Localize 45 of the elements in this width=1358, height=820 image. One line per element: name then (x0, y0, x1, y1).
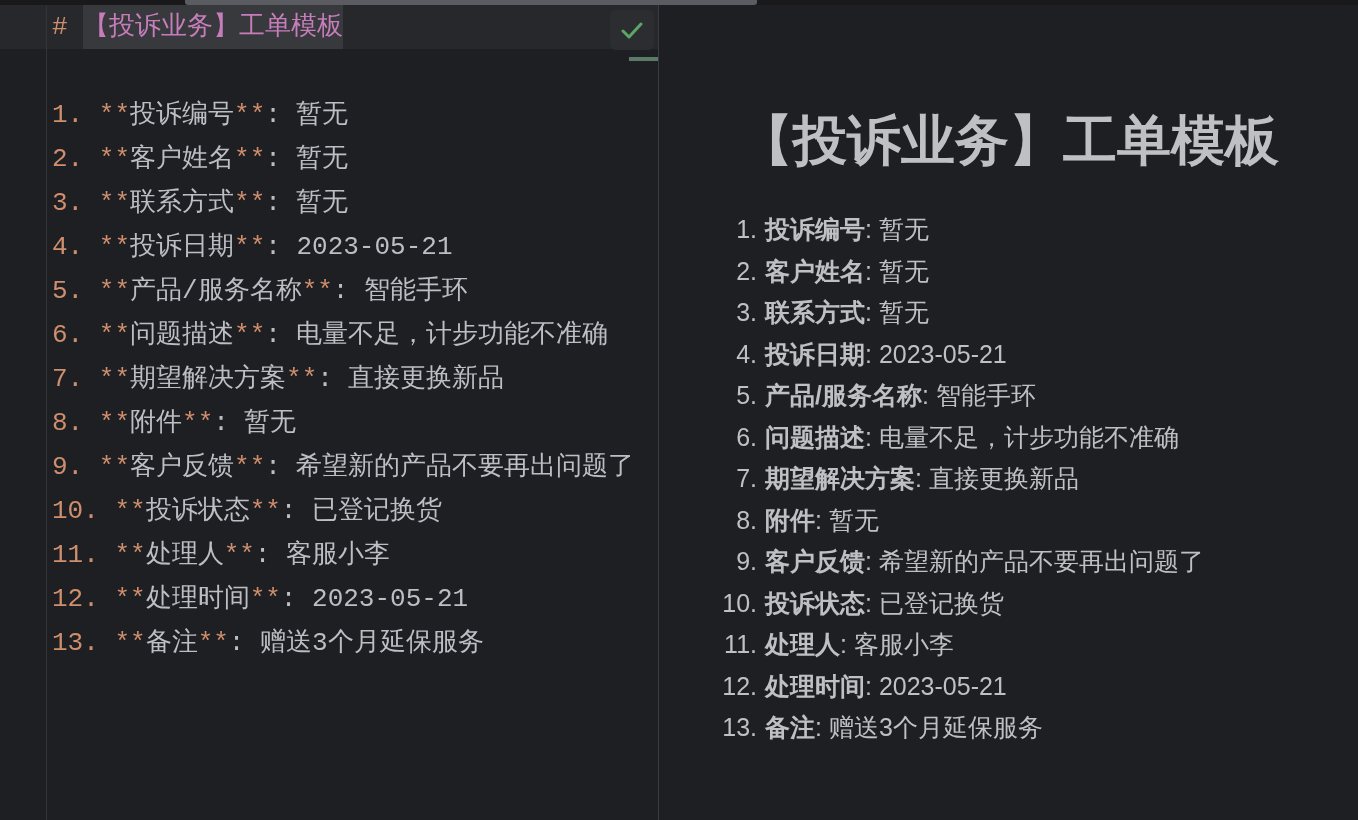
list-item-text: 客户反馈: 希望新的产品不要再出问题了 (765, 546, 1204, 577)
list-number: 6. (735, 421, 757, 453)
list-number: 12. (721, 670, 757, 702)
list-number: 8. (735, 504, 757, 536)
code-line: 1. **投诉编号**: 暂无 (52, 99, 349, 131)
code-line: 7. **期望解决方案**: 直接更换新品 (52, 363, 505, 395)
scrollbar-thumb[interactable] (185, 0, 757, 5)
code-line: 8. **附件**: 暂无 (52, 407, 297, 439)
preview-heading: 【投诉业务】工单模板 (738, 109, 1279, 172)
list-item-text: 期望解决方案: 直接更换新品 (765, 463, 1079, 494)
code-line: 10. **投诉状态**: 已登记换货 (52, 495, 443, 527)
code-line: 4. **投诉日期**: 2023-05-21 (52, 231, 453, 263)
list-number: 4. (735, 338, 757, 370)
list-item-text: 联系方式: 暂无 (765, 297, 929, 328)
check-icon (621, 21, 643, 39)
list-number: 11. (723, 629, 757, 660)
code-line: 12. **处理时间**: 2023-05-21 (52, 583, 469, 615)
code-line: 9. **客户反馈**: 希望新的产品不要再出问题了 (52, 451, 635, 483)
inspection-button[interactable] (610, 10, 654, 50)
code-line: 5. **产品/服务名称**: 智能手环 (52, 275, 469, 307)
list-number: 2. (735, 255, 757, 287)
list-item-text: 产品/服务名称: 智能手环 (765, 380, 1036, 411)
list-number: 1. (735, 214, 757, 245)
list-number: 3. (735, 297, 757, 328)
list-item-text: 处理人: 客服小李 (765, 629, 954, 660)
list-item-text: 投诉状态: 已登记换货 (765, 587, 1004, 619)
list-number: 5. (735, 380, 757, 411)
list-number: 7. (735, 463, 757, 494)
code-line: 13. **备注**: 赠送3个月延保服务 (52, 627, 484, 659)
code-line: # 【投诉业务】工单模板 (52, 5, 344, 49)
stripe-marker-icon (629, 57, 658, 61)
code-line: 11. **处理人**: 客服小李 (52, 539, 391, 571)
list-item-text: 客户姓名: 暂无 (765, 255, 929, 287)
list-item-text: 投诉日期: 2023-05-21 (765, 338, 1007, 370)
code-line: 2. **客户姓名**: 暂无 (52, 143, 349, 175)
list-item-text: 附件: 暂无 (765, 504, 879, 536)
list-number: 13. (721, 712, 757, 743)
list-item-text: 处理时间: 2023-05-21 (765, 670, 1007, 702)
list-number: 9. (735, 546, 757, 577)
list-item-text: 问题描述: 电量不足，计步功能不准确 (765, 421, 1179, 453)
list-number: 10. (721, 587, 757, 619)
code-line: 3. **联系方式**: 暂无 (52, 187, 349, 219)
list-item-text: 备注: 赠送3个月延保服务 (765, 712, 1043, 743)
code-line: 6. **问题描述**: 电量不足，计步功能不准确 (52, 319, 609, 351)
list-item-text: 投诉编号: 暂无 (765, 214, 929, 245)
